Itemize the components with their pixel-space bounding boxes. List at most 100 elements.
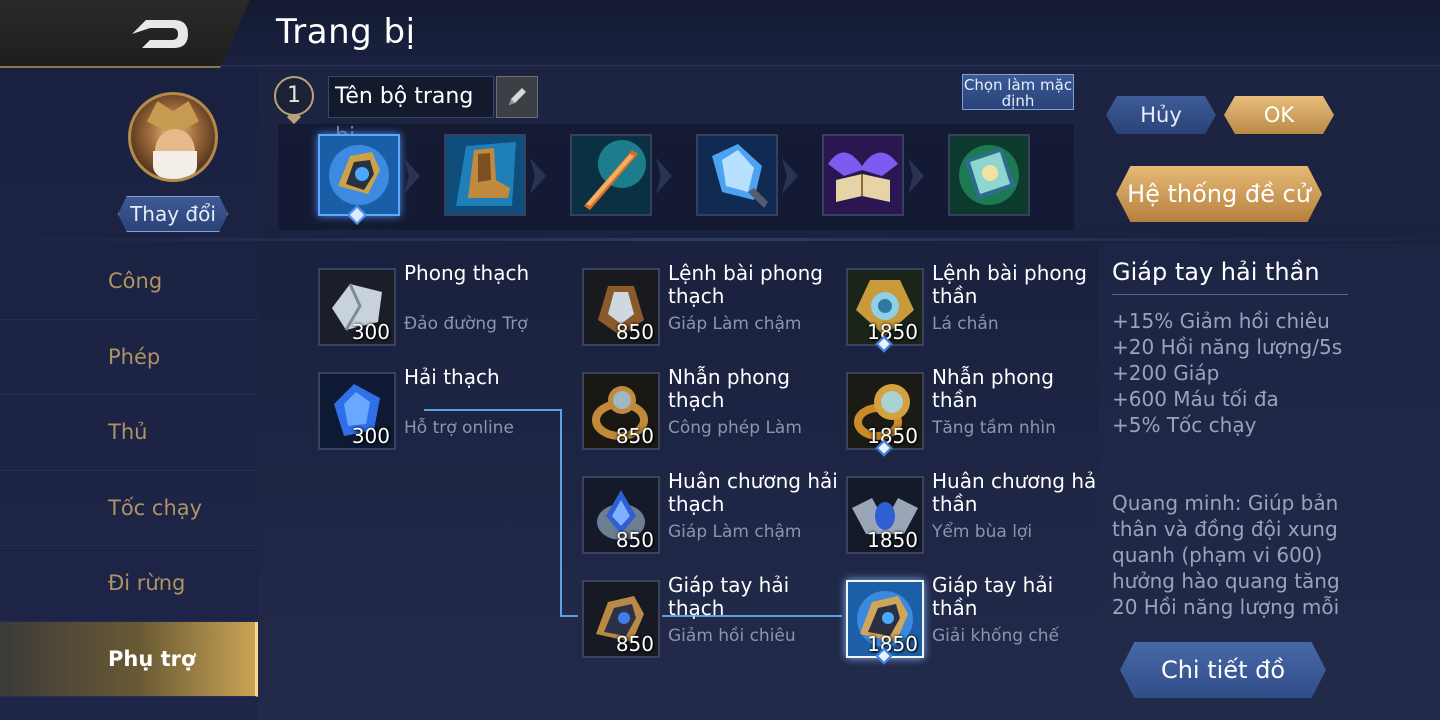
pencil-icon — [509, 88, 526, 105]
category-movement[interactable]: Tốc chạy — [0, 471, 258, 546]
build-number-badge[interactable]: 1 — [274, 76, 314, 116]
detail-stats: +15% Giảm hồi chiêu +20 Hồi năng lượng/5… — [1112, 308, 1352, 438]
hero-avatar[interactable] — [128, 92, 218, 182]
beard-shape — [153, 151, 197, 179]
item-name: Giáp tay hải thần — [932, 573, 1054, 620]
item-price: 850 — [615, 320, 654, 344]
detail-divider — [1112, 294, 1348, 295]
back-button[interactable] — [0, 0, 250, 68]
back-arrow-icon[interactable] — [128, 14, 192, 54]
item-name: Nhẫn phong thần — [932, 365, 1054, 412]
recommend-system-button[interactable]: Hệ thống đề cử — [1116, 166, 1322, 222]
detail-description[interactable]: Quang minh: Giúp bản thân và đồng đội xu… — [1112, 490, 1348, 622]
header-bar: Trang bị — [0, 0, 1440, 68]
item-description: Giảm hồi chiêu — [668, 626, 796, 646]
item-card[interactable]: 1850 Lệnh bài phong thần Lá chắn — [846, 262, 1106, 364]
item-icon[interactable]: 850 — [582, 580, 660, 658]
item-icon[interactable]: 300 — [318, 372, 396, 450]
item-card[interactable]: 1850 Huân chương hải thần Yểm bùa lợi — [846, 470, 1106, 572]
slot-arrow-4 — [782, 158, 798, 194]
item-name: Nhẫn phong thạch — [668, 365, 790, 412]
category-defense[interactable]: Thủ — [0, 395, 258, 471]
item-price: 300 — [351, 320, 390, 344]
item-description: Tăng tầm nhìn — [932, 418, 1056, 438]
stat-line: +20 Hồi năng lượng/5s — [1112, 335, 1343, 359]
item-name: Giáp tay hải thạch — [668, 573, 790, 620]
category-attack[interactable]: Công — [0, 244, 258, 320]
item-price: 850 — [615, 424, 654, 448]
item-price: 850 — [615, 528, 654, 552]
stat-line: +600 Máu tối đa — [1112, 387, 1279, 411]
item-price: 1850 — [867, 528, 918, 552]
item-price: 300 — [351, 424, 390, 448]
sword-item-icon — [572, 136, 650, 214]
item-description: Lá chắn — [932, 314, 999, 334]
build-slot-5[interactable] — [822, 134, 904, 216]
stat-line: +200 Giáp — [1112, 361, 1220, 385]
item-icon[interactable]: 1850 — [846, 268, 924, 346]
stat-line: +5% Tốc chạy — [1112, 413, 1257, 437]
crystal-weapon-icon — [698, 136, 776, 214]
item-name: Phong thạch — [404, 261, 530, 285]
item-icon[interactable]: 1850 — [846, 580, 924, 658]
item-description: Yểm bùa lợi — [932, 522, 1033, 542]
item-icon[interactable]: 300 — [318, 268, 396, 346]
item-card[interactable]: 300 Hải thạch Hỗ trợ online — [318, 366, 578, 468]
edit-name-button[interactable] — [496, 76, 538, 118]
item-description: Công phép Làm — [668, 418, 802, 438]
item-price: 1850 — [867, 320, 918, 344]
category-support[interactable]: Phụ trợ — [0, 621, 258, 697]
cancel-button[interactable]: Hủy — [1106, 96, 1216, 134]
section-divider — [0, 238, 1440, 241]
build-slot-1[interactable] — [318, 134, 400, 216]
item-card[interactable]: 300 Phong thạch Đảo đường Trợ — [318, 262, 578, 364]
item-price: 850 — [615, 632, 654, 656]
item-name: Lệnh bài phong thạch — [668, 261, 823, 308]
category-list: Công Phép Thủ Tốc chạy Đi rừng Phụ trợ — [0, 244, 258, 697]
item-details-button[interactable]: Chi tiết đồ — [1120, 642, 1326, 698]
item-description: Đảo đường Trợ — [404, 314, 528, 334]
item-name: Lệnh bài phong thần — [932, 261, 1087, 308]
detail-title: Giáp tay hải thần — [1112, 258, 1320, 286]
change-hero-button[interactable]: Thay đổi — [118, 196, 228, 232]
ok-button[interactable]: OK — [1224, 96, 1334, 134]
item-card[interactable]: 850 Giáp tay hải thạch Giảm hồi chiêu — [582, 574, 842, 676]
slot-arrow-2 — [530, 158, 546, 194]
slot-arrow-3 — [656, 158, 672, 194]
build-slot-2[interactable] — [444, 134, 526, 216]
winged-book-icon — [824, 136, 902, 214]
item-card[interactable]: 850 Huân chương hải thạch Giáp Làm chậm — [582, 470, 842, 572]
build-slot-6[interactable] — [948, 134, 1030, 216]
slot-arrow-1 — [404, 158, 420, 194]
item-icon[interactable]: 850 — [582, 268, 660, 346]
item-price: 1850 — [867, 632, 918, 656]
item-name: Hải thạch — [404, 365, 500, 389]
item-description: Giáp Làm chậm — [668, 522, 802, 542]
item-card[interactable]: 1850 Nhẫn phong thần Tăng tầm nhìn — [846, 366, 1106, 468]
item-icon[interactable]: 850 — [582, 476, 660, 554]
item-name: Huân chương hải thần — [932, 469, 1102, 516]
slot-arrow-5 — [908, 158, 924, 194]
build-slot-strip — [278, 124, 1074, 230]
item-icon[interactable]: 1850 — [846, 372, 924, 450]
item-description: Giáp Làm chậm — [668, 314, 802, 334]
spell-book-icon — [950, 136, 1028, 214]
item-card[interactable]: 850 Nhẫn phong thạch Công phép Làm — [582, 366, 842, 468]
item-grid: 300 Phong thạch Đảo đường Trợ 300 Hải th… — [262, 244, 1102, 720]
item-card[interactable]: 1850 Giáp tay hải thần Giải khống chế — [846, 574, 1106, 676]
item-name: Huân chương hải thạch — [668, 469, 838, 516]
build-slot-4[interactable] — [696, 134, 778, 216]
item-card[interactable]: 850 Lệnh bài phong thạch Giáp Làm chậm — [582, 262, 842, 364]
item-icon[interactable]: 1850 — [846, 476, 924, 554]
item-description: Giải khống chế — [932, 626, 1060, 646]
category-magic[interactable]: Phép — [0, 320, 258, 395]
set-default-button[interactable]: Chọn làm mặc định — [962, 74, 1074, 110]
item-icon[interactable]: 850 — [582, 372, 660, 450]
category-jungle[interactable]: Đi rừng — [0, 546, 258, 622]
stat-line: +15% Giảm hồi chiêu — [1112, 309, 1330, 333]
page-title: Trang bị — [276, 12, 416, 52]
tree-line — [560, 615, 578, 617]
build-slot-3[interactable] — [570, 134, 652, 216]
build-name-field[interactable]: Tên bộ trang bị — [328, 76, 494, 149]
item-price: 1850 — [867, 424, 918, 448]
